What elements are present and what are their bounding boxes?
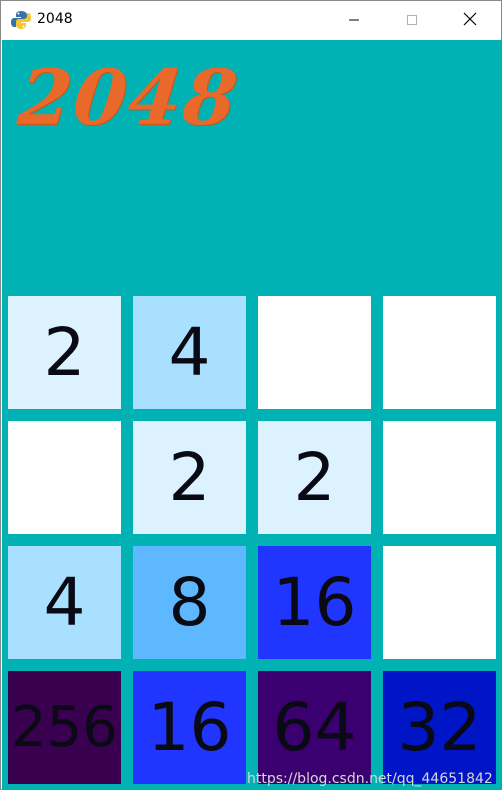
tile-r4-c3: 64: [258, 671, 371, 784]
tile-r4-c4: 32: [383, 671, 496, 784]
tile-r2-c2: 2: [133, 421, 246, 534]
maximize-icon: [406, 11, 418, 30]
tile-r2-c4: [383, 421, 496, 534]
tile-r3-c4: [383, 546, 496, 659]
game-window: 2048 2048 2 4 2 2 4 8 16 256 16 64 32 https://blog…: [0, 0, 502, 790]
tile-r3-c2: 8: [133, 546, 246, 659]
tile-r1-c2: 4: [133, 296, 246, 409]
game-board: 2 4 2 2 4 8 16 256 16 64 32: [2, 40, 502, 790]
close-icon: [463, 11, 477, 30]
tile-r4-c1: 256: [8, 671, 121, 784]
python-icon: [11, 10, 31, 30]
tile-r1-c1: 2: [8, 296, 121, 409]
close-button[interactable]: [447, 1, 493, 39]
game-area[interactable]: 2048 2 4 2 2 4 8 16 256 16 64 32: [2, 40, 502, 790]
minimize-icon: [348, 11, 360, 30]
maximize-button[interactable]: [389, 1, 435, 39]
tile-r3-c3: 16: [258, 546, 371, 659]
tile-r2-c3: 2: [258, 421, 371, 534]
tile-r1-c3: [258, 296, 371, 409]
tile-r3-c1: 4: [8, 546, 121, 659]
watermark-text: https://blog.csdn.net/qq_44651842: [247, 771, 493, 787]
minimize-button[interactable]: [331, 1, 377, 39]
window-title: 2048: [37, 11, 73, 27]
tile-r4-c2: 16: [133, 671, 246, 784]
title-bar[interactable]: 2048: [1, 1, 501, 39]
tile-r1-c4: [383, 296, 496, 409]
tile-r2-c1: [8, 421, 121, 534]
